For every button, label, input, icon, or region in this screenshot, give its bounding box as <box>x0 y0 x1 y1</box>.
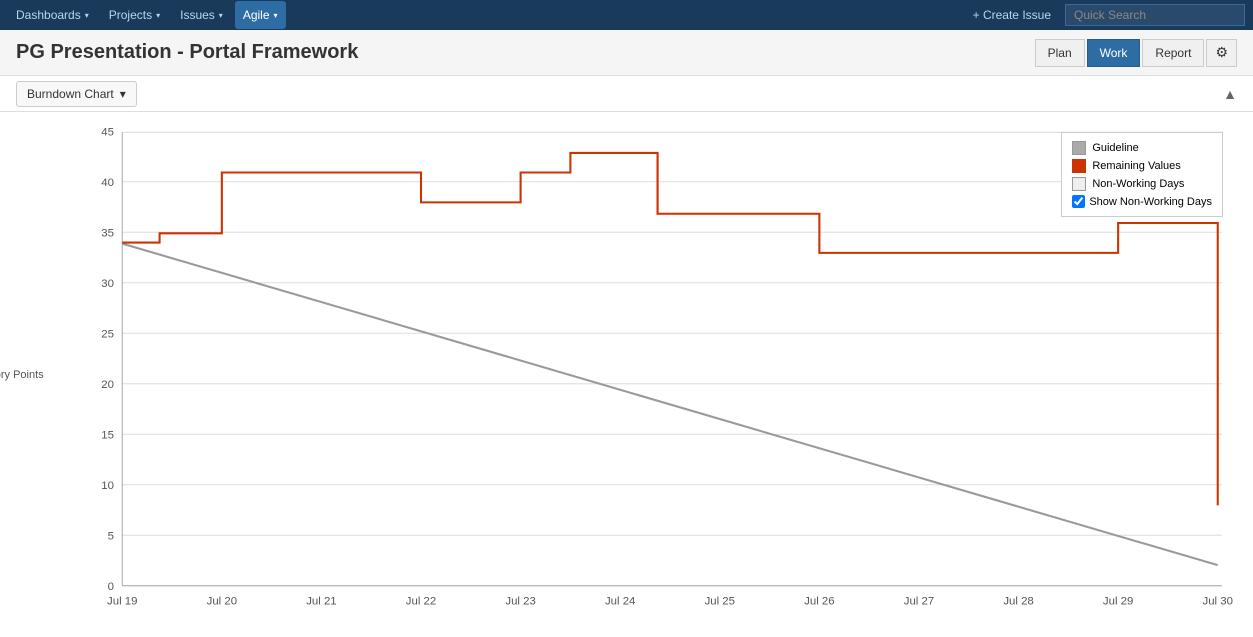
chart-type-dropdown[interactable]: Burndown Chart ▾ <box>16 81 137 107</box>
show-nonworking-checkbox[interactable] <box>1072 195 1085 208</box>
svg-text:45: 45 <box>101 126 114 138</box>
svg-text:20: 20 <box>101 379 114 391</box>
settings-button[interactable]: ⚙ <box>1206 39 1237 67</box>
svg-text:Jul 29: Jul 29 <box>1103 595 1133 607</box>
nav-dashboards[interactable]: Dashboards ▾ <box>8 1 97 29</box>
nonworking-label: Non-Working Days <box>1092 178 1184 190</box>
top-navigation: Dashboards ▾ Projects ▾ Issues ▾ Agile ▾… <box>0 0 1253 30</box>
show-nonworking-checkbox-row: Show Non-Working Days <box>1072 195 1212 208</box>
svg-text:25: 25 <box>101 328 114 340</box>
svg-text:Jul 21: Jul 21 <box>306 595 336 607</box>
svg-text:Jul 24: Jul 24 <box>605 595 635 607</box>
chart-legend: Guideline Remaining Values Non-Working D… <box>1061 132 1223 217</box>
svg-text:Jul 28: Jul 28 <box>1003 595 1033 607</box>
nav-projects[interactable]: Projects ▾ <box>101 1 168 29</box>
page-title: PG Presentation - Portal Framework <box>16 41 358 64</box>
svg-text:15: 15 <box>101 429 114 441</box>
svg-text:35: 35 <box>101 227 114 239</box>
show-nonworking-label: Show Non-Working Days <box>1089 196 1212 208</box>
plan-button[interactable]: Plan <box>1035 39 1085 67</box>
chart-inner: 0 5 10 15 20 25 30 35 40 45 Jul 19 Jul 2… <box>60 122 1253 627</box>
svg-text:Jul 20: Jul 20 <box>207 595 237 607</box>
quick-search-input[interactable] <box>1065 4 1245 26</box>
legend-remaining: Remaining Values <box>1072 159 1212 173</box>
svg-text:Jul 26: Jul 26 <box>804 595 834 607</box>
legend-nonworking: Non-Working Days <box>1072 177 1212 191</box>
svg-text:Jul 22: Jul 22 <box>406 595 436 607</box>
dashboards-caret-icon: ▾ <box>85 11 89 20</box>
remaining-label: Remaining Values <box>1092 160 1180 172</box>
svg-text:30: 30 <box>101 278 114 290</box>
svg-text:Jul 27: Jul 27 <box>904 595 934 607</box>
issues-caret-icon: ▾ <box>219 11 223 20</box>
y-axis-label: Story Points <box>0 369 44 381</box>
dropdown-caret-icon: ▾ <box>120 87 126 101</box>
sub-toolbar: Burndown Chart ▾ ▲ <box>0 76 1253 112</box>
svg-text:5: 5 <box>108 530 114 542</box>
svg-text:0: 0 <box>108 581 114 593</box>
guideline-label: Guideline <box>1092 142 1138 154</box>
header-actions: Plan Work Report ⚙ <box>1035 39 1237 67</box>
agile-caret-icon: ▾ <box>274 11 278 20</box>
nav-issues[interactable]: Issues ▾ <box>172 1 231 29</box>
legend-guideline: Guideline <box>1072 141 1212 155</box>
collapse-button[interactable]: ▲ <box>1223 86 1237 102</box>
svg-text:Jul 23: Jul 23 <box>505 595 535 607</box>
work-button[interactable]: Work <box>1087 39 1141 67</box>
nav-agile[interactable]: Agile ▾ <box>235 1 286 29</box>
create-issue-button[interactable]: + Create Issue <box>963 5 1061 25</box>
svg-text:Jul 19: Jul 19 <box>107 595 137 607</box>
svg-text:Jul 30: Jul 30 <box>1203 595 1233 607</box>
chart-container: Story Points 0 5 10 <box>0 112 1253 637</box>
header-bar: PG Presentation - Portal Framework Plan … <box>0 30 1253 76</box>
guideline-swatch <box>1072 141 1086 155</box>
nonworking-swatch <box>1072 177 1086 191</box>
projects-caret-icon: ▾ <box>156 11 160 20</box>
report-button[interactable]: Report <box>1142 39 1204 67</box>
svg-text:Jul 25: Jul 25 <box>705 595 735 607</box>
remaining-swatch <box>1072 159 1086 173</box>
svg-text:10: 10 <box>101 480 114 492</box>
svg-text:40: 40 <box>101 177 114 189</box>
